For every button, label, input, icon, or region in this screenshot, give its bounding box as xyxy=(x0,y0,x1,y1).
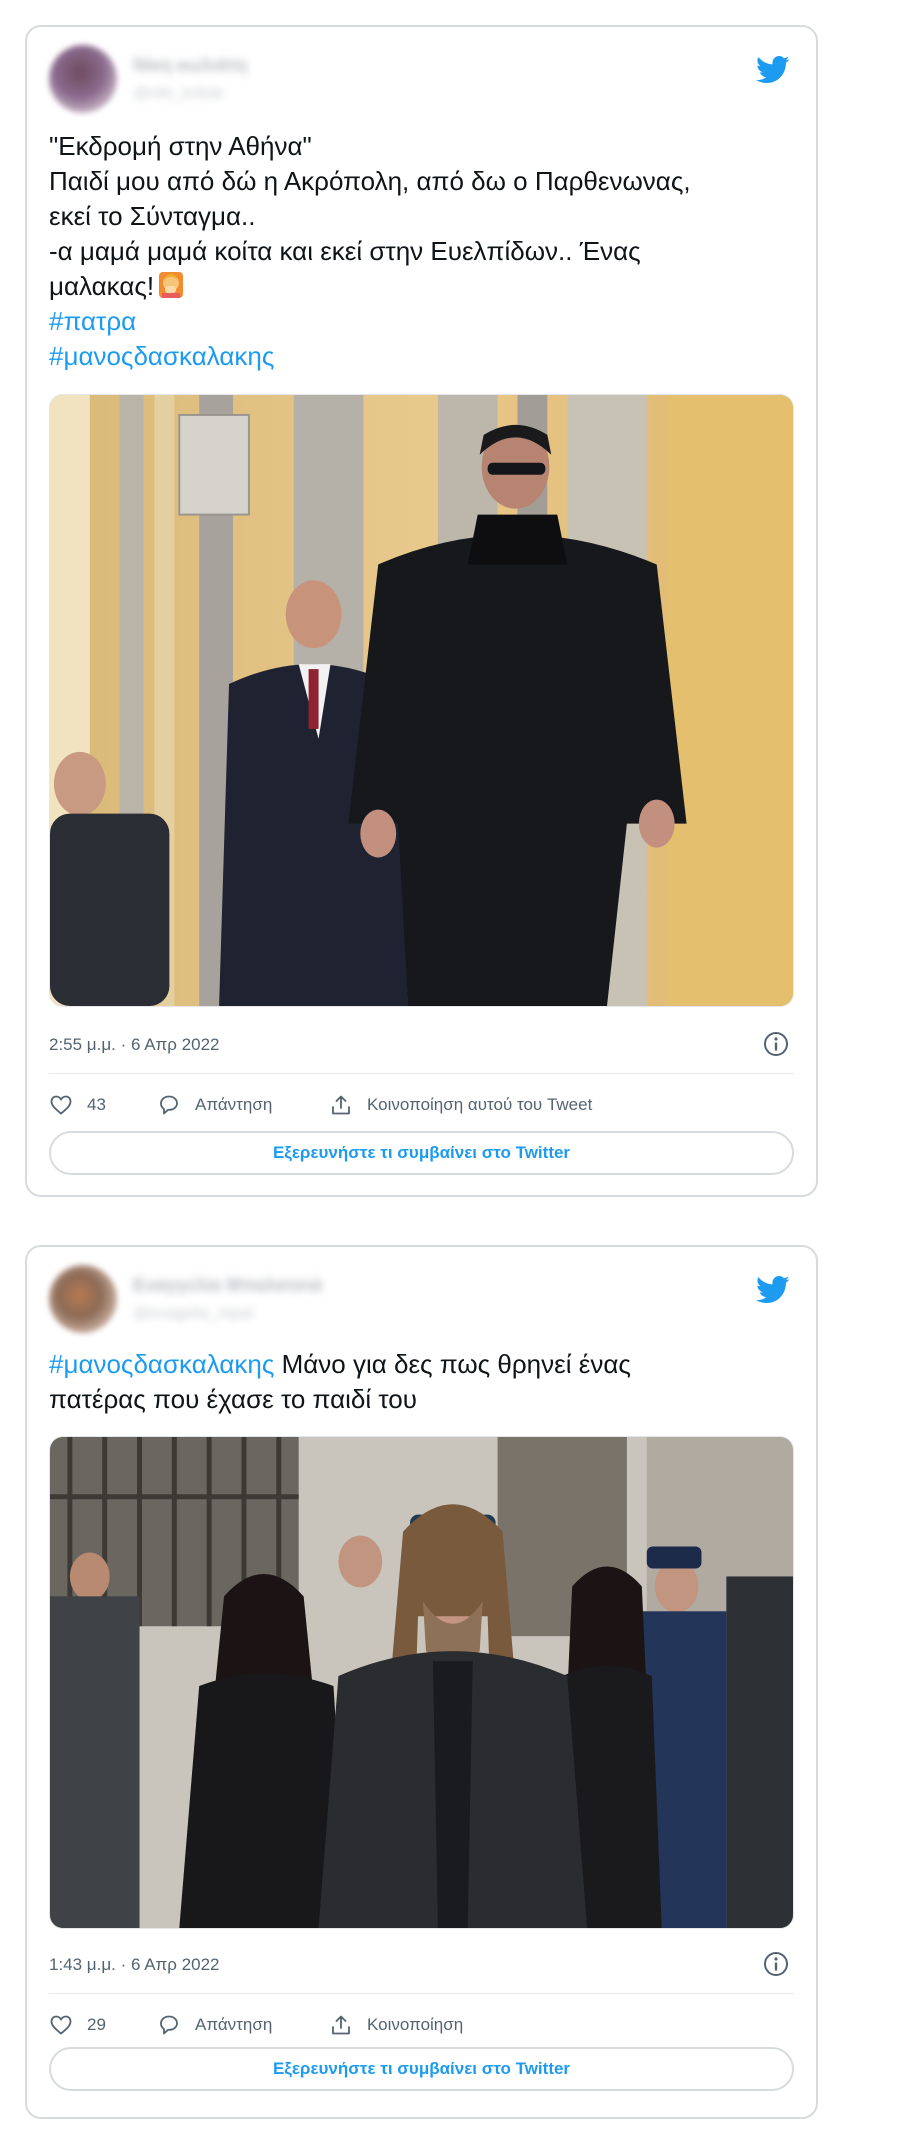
tweet-text-line: μαλακας! xyxy=(49,269,794,304)
tweet-text-line: πατέρας που έχασε το παιδί του xyxy=(49,1384,417,1414)
tweet-text-line: εκεί το Σύνταγμα.. xyxy=(49,201,256,231)
tweet-text-line: -α μαμά μαμά κοίτα και εκεί στην Ευελπίδ… xyxy=(49,236,641,266)
reply-button[interactable]: Απάντηση xyxy=(157,1088,272,1122)
author-handle[interactable]: @evagelia_mpal xyxy=(133,1305,252,1325)
tweet-text: "Εκδρομή στην Αθήνα" Παιδί μου από δώ η … xyxy=(49,129,794,374)
share-label: Κοινοποίηση αυτού του Tweet xyxy=(367,1095,593,1114)
author-name[interactable]: Νίκη κωλιάτη xyxy=(133,55,247,77)
photo-image xyxy=(50,1437,793,1928)
share-button[interactable]: Κοινοποίηση xyxy=(329,2008,463,2042)
heart-icon xyxy=(50,2015,72,2035)
like-count: 43 xyxy=(87,1095,106,1114)
tweet-card[interactable]: Ευαγγελία Μπαλατσιά @evagelia_mpal #μανο… xyxy=(25,1245,818,2119)
hashtag-link[interactable]: #μανοςδασκαλακης xyxy=(49,1349,274,1379)
reply-bubble-icon xyxy=(160,1095,178,1115)
info-icon[interactable] xyxy=(762,1950,790,1978)
author-name[interactable]: Ευαγγελία Μπαλατσιά xyxy=(133,1275,322,1297)
hashtag-link[interactable]: #μανοςδασκαλακης xyxy=(49,339,794,374)
action-bar: 43 Απάντηση Κοινοποίηση αυτού του Tweet xyxy=(49,1088,794,1122)
tweet-text-segment: μαλακας! xyxy=(49,271,155,301)
tweet-text-line: "Εκδρομή στην Αθήνα" xyxy=(49,131,312,161)
hashtag-link[interactable]: #πατρα xyxy=(49,304,794,339)
tweet-timestamp[interactable]: 1:43 μ.μ. · 6 Απρ 2022 xyxy=(49,1955,219,1975)
twitter-bird-icon[interactable] xyxy=(756,55,790,85)
reply-bubble-icon xyxy=(160,2015,178,2035)
like-count: 29 xyxy=(87,2015,106,2034)
share-icon xyxy=(332,1095,350,1115)
reply-label: Απάντηση xyxy=(195,2015,273,2034)
like-button[interactable]: 29 xyxy=(49,2008,106,2042)
tweet-photo[interactable] xyxy=(49,394,794,1007)
avatar[interactable] xyxy=(49,45,117,113)
tweet-meta: 1:43 μ.μ. · 6 Απρ 2022 xyxy=(49,1950,794,1980)
divider xyxy=(49,1073,794,1074)
tweet-text-line: Παιδί μου από δώ η Ακρόπολη, από δω ο Πα… xyxy=(49,166,691,196)
share-button[interactable]: Κοινοποίηση αυτού του Tweet xyxy=(329,1088,592,1122)
heart-icon xyxy=(50,1095,72,1115)
share-label: Κοινοποίηση xyxy=(367,2015,464,2034)
info-icon[interactable] xyxy=(762,1030,790,1058)
reply-button[interactable]: Απάντηση xyxy=(157,2008,272,2042)
avatar[interactable] xyxy=(49,1265,117,1333)
tweet-text-segment: Μάνο για δες πως θρηνεί ένας xyxy=(274,1349,631,1379)
divider xyxy=(49,1993,794,1994)
tweet-header: Ευαγγελία Μπαλατσιά @evagelia_mpal xyxy=(49,1265,794,1339)
tweet-timestamp[interactable]: 2:55 μ.μ. · 6 Απρ 2022 xyxy=(49,1035,219,1055)
tweet-text-line: #μανοςδασκαλακης Μάνο για δες πως θρηνεί… xyxy=(49,1347,794,1382)
facepalm-emoji-icon xyxy=(159,272,184,298)
explore-twitter-button[interactable]: Εξερευνήστε τι συμβαίνει στο Twitter xyxy=(49,2047,794,2091)
tweet-header: Νίκη κωλιάτη @niki_koliati xyxy=(49,45,794,119)
twitter-bird-icon[interactable] xyxy=(756,1275,790,1305)
tweet-text: #μανοςδασκαλακης Μάνο για δες πως θρηνεί… xyxy=(49,1347,794,1417)
like-button[interactable]: 43 xyxy=(49,1088,106,1122)
reply-label: Απάντηση xyxy=(195,1095,273,1114)
tweet-photo[interactable] xyxy=(49,1436,794,1929)
share-icon xyxy=(332,2015,350,2035)
action-bar: 29 Απάντηση Κοινοποίηση xyxy=(49,2008,794,2042)
explore-twitter-button[interactable]: Εξερευνήστε τι συμβαίνει στο Twitter xyxy=(49,1131,794,1175)
photo-image xyxy=(50,395,793,1006)
tweet-card[interactable]: Νίκη κωλιάτη @niki_koliati "Εκδρομή στην… xyxy=(25,25,818,1197)
tweet-meta: 2:55 μ.μ. · 6 Απρ 2022 xyxy=(49,1030,794,1060)
author-handle[interactable]: @niki_koliati xyxy=(133,85,223,105)
